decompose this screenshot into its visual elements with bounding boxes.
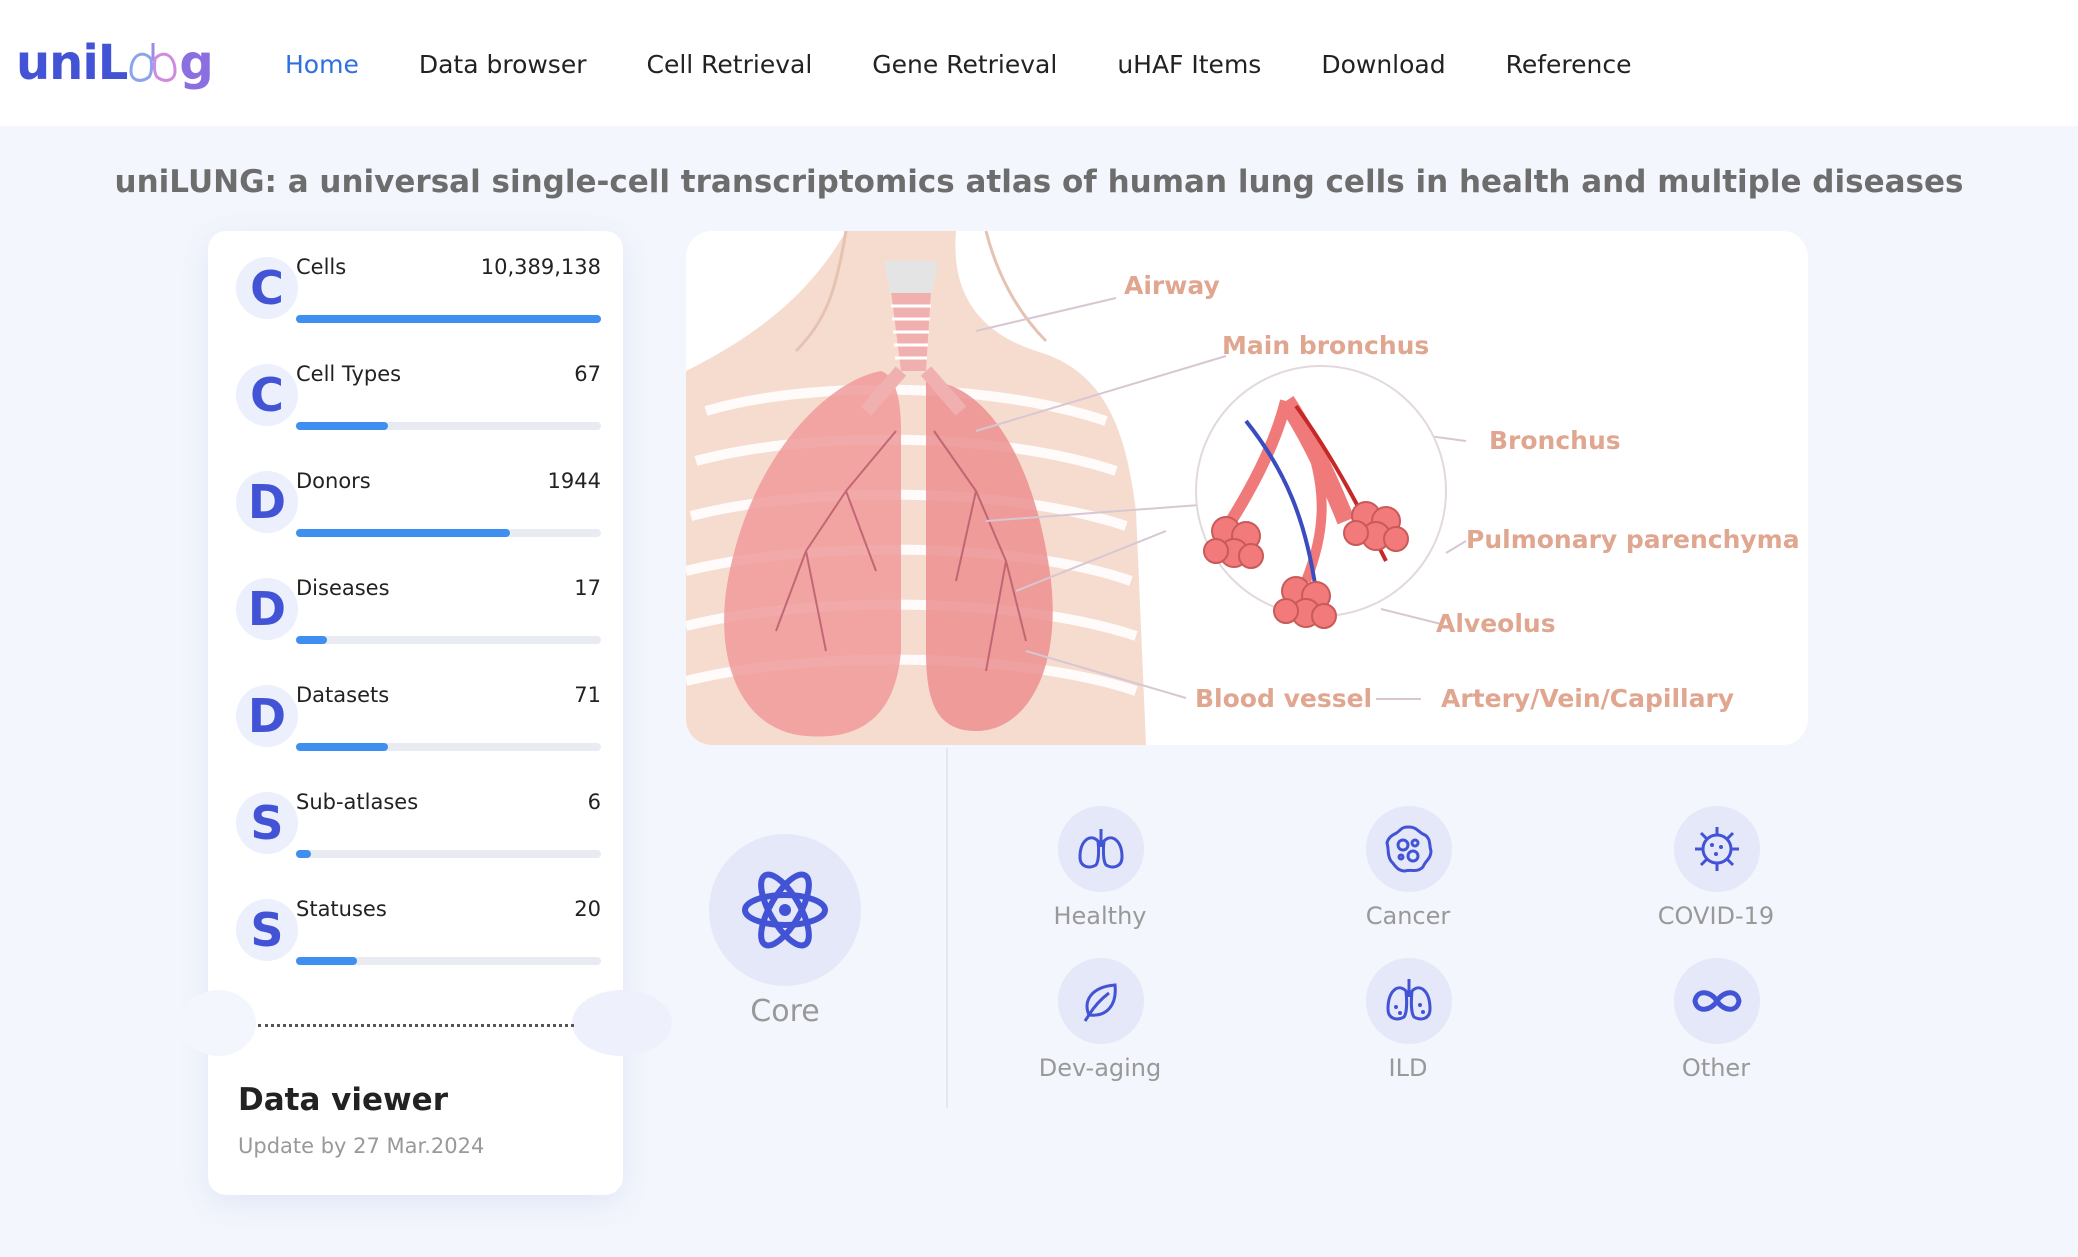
- stat-bar: [296, 529, 601, 537]
- stat-label: Donors: [296, 469, 371, 493]
- stat-label: Sub-atlases: [296, 790, 419, 814]
- brand-text-end: g: [179, 35, 213, 91]
- category-other[interactable]: Other: [1616, 958, 1816, 1108]
- infinity-icon: [1692, 990, 1742, 1012]
- stat-letter-badge: C: [236, 364, 298, 426]
- label-bronchus: Bronchus: [1489, 426, 1621, 455]
- nav-uhaf-items[interactable]: uHAF Items: [1087, 42, 1291, 88]
- stat-datasets: D Datasets 71: [236, 677, 601, 757]
- stat-sub-atlases: S Sub-atlases 6: [236, 784, 601, 864]
- category-label: Other: [1681, 1054, 1751, 1082]
- nav-data-browser[interactable]: Data browser: [389, 42, 617, 88]
- stat-bar-fill: [296, 636, 327, 644]
- stat-bar: [296, 957, 601, 965]
- stat-label: Datasets: [296, 683, 390, 707]
- stat-label: Diseases: [296, 576, 390, 600]
- stat-letter-badge: D: [236, 685, 298, 747]
- stat-label: Cell Types: [296, 362, 402, 386]
- stat-bar: [296, 636, 601, 644]
- page-title: uniLUNG: a universal single-cell transcr…: [114, 164, 1964, 200]
- label-artery-vein-capillary: Artery/Vein/Capillary: [1441, 684, 1735, 713]
- stat-value: 17: [574, 576, 601, 600]
- category-covid-19[interactable]: COVID-19: [1616, 806, 1816, 956]
- stats-card: C Cells 10,389,138 C Cell Types 67 D Don…: [208, 231, 623, 1195]
- ticket-notch-left: [180, 990, 256, 1056]
- category-dev-aging[interactable]: Dev-aging: [1000, 958, 1200, 1108]
- nav-cell-retrieval[interactable]: Cell Retrieval: [617, 42, 843, 88]
- stat-label: Cells: [296, 255, 347, 279]
- leaf-icon: [1083, 983, 1117, 1022]
- atom-icon: [742, 871, 828, 949]
- category-ild[interactable]: ILD: [1308, 958, 1508, 1108]
- stat-value: 20: [574, 897, 601, 921]
- data-viewer-title[interactable]: Data viewer: [238, 1082, 448, 1118]
- stat-statuses: S Statuses 20: [236, 891, 601, 971]
- nav-reference[interactable]: Reference: [1476, 42, 1662, 88]
- stat-value: 71: [574, 683, 601, 707]
- stat-letter-badge: S: [236, 899, 298, 961]
- brand-logo[interactable]: uniL g: [16, 28, 214, 98]
- label-airway: Airway: [1124, 271, 1220, 300]
- stat-bar-fill: [296, 422, 388, 430]
- stat-letter-badge: C: [236, 257, 298, 319]
- nav-home[interactable]: Home: [255, 42, 389, 88]
- stat-bar: [296, 315, 601, 323]
- stat-bar-fill: [296, 529, 510, 537]
- stat-cells: C Cells 10,389,138: [236, 249, 601, 329]
- stat-bar-fill: [296, 743, 388, 751]
- virus-icon: [1695, 827, 1739, 871]
- stat-letter-badge: D: [236, 578, 298, 640]
- core-button[interactable]: [709, 834, 861, 986]
- stat-value: 1944: [547, 469, 601, 493]
- category-label: Cancer: [1365, 902, 1451, 930]
- category-icon-circle: [1674, 958, 1760, 1044]
- stat-cell-types: C Cell Types 67: [236, 356, 601, 436]
- lung-logo-icon: [129, 43, 177, 82]
- label-alveolus: Alveolus: [1436, 609, 1556, 638]
- category-healthy[interactable]: Healthy: [1000, 806, 1200, 956]
- cancer-cell-icon: [1385, 825, 1433, 873]
- ticket-divider: [258, 1024, 574, 1027]
- stat-letter-badge: D: [236, 471, 298, 533]
- category-label: ILD: [1388, 1054, 1428, 1082]
- top-header: uniL g Home Data browser Cell Retrieval …: [0, 0, 2078, 126]
- nav-download[interactable]: Download: [1291, 42, 1475, 88]
- nav-gene-retrieval[interactable]: Gene Retrieval: [842, 42, 1087, 88]
- stat-donors: D Donors 1944: [236, 463, 601, 543]
- diseased-lungs-icon: [1386, 979, 1432, 1021]
- stat-bar-fill: [296, 957, 357, 965]
- lungs-icon: [1078, 829, 1124, 869]
- stat-diseases: D Diseases 17: [236, 570, 601, 650]
- lung-anatomy-illustration: Airway Main bronchus Bronchus Pulmonary …: [686, 231, 1808, 745]
- category-label: Dev-aging: [1038, 1054, 1162, 1082]
- stat-bar-fill: [296, 315, 601, 323]
- data-viewer-update: Update by 27 Mar.2024: [238, 1134, 485, 1158]
- label-blood-vessel: Blood vessel: [1195, 684, 1373, 713]
- stat-letter-badge: S: [236, 792, 298, 854]
- stat-bar: [296, 422, 601, 430]
- stat-value: 6: [587, 790, 601, 814]
- ticket-notch-right: [572, 990, 672, 1056]
- category-cancer[interactable]: Cancer: [1308, 806, 1508, 956]
- label-main-bronchus: Main bronchus: [1222, 331, 1430, 360]
- main-nav: Home Data browser Cell Retrieval Gene Re…: [255, 42, 1662, 88]
- brand-text-start: uniL: [16, 35, 128, 91]
- category-icon-circle: [1674, 806, 1760, 892]
- label-pulmonary-parenchyma: Pulmonary parenchyma: [1466, 525, 1800, 554]
- stat-label: Statuses: [296, 897, 387, 921]
- stat-bar: [296, 850, 601, 858]
- category-icon-circle: [1058, 806, 1144, 892]
- lung-anatomy-image: [686, 231, 1467, 745]
- stat-value: 67: [574, 362, 601, 386]
- stat-bar-fill: [296, 850, 312, 858]
- core-label: Core: [750, 994, 820, 1029]
- category-icon-circle: [1366, 806, 1452, 892]
- section-divider: [946, 748, 948, 1108]
- stat-value: 10,389,138: [480, 255, 601, 279]
- category-icon-circle: [1366, 958, 1452, 1044]
- stat-bar: [296, 743, 601, 751]
- category-label: Healthy: [1053, 902, 1147, 930]
- category-label: COVID-19: [1657, 902, 1775, 930]
- category-icon-circle: [1058, 958, 1144, 1044]
